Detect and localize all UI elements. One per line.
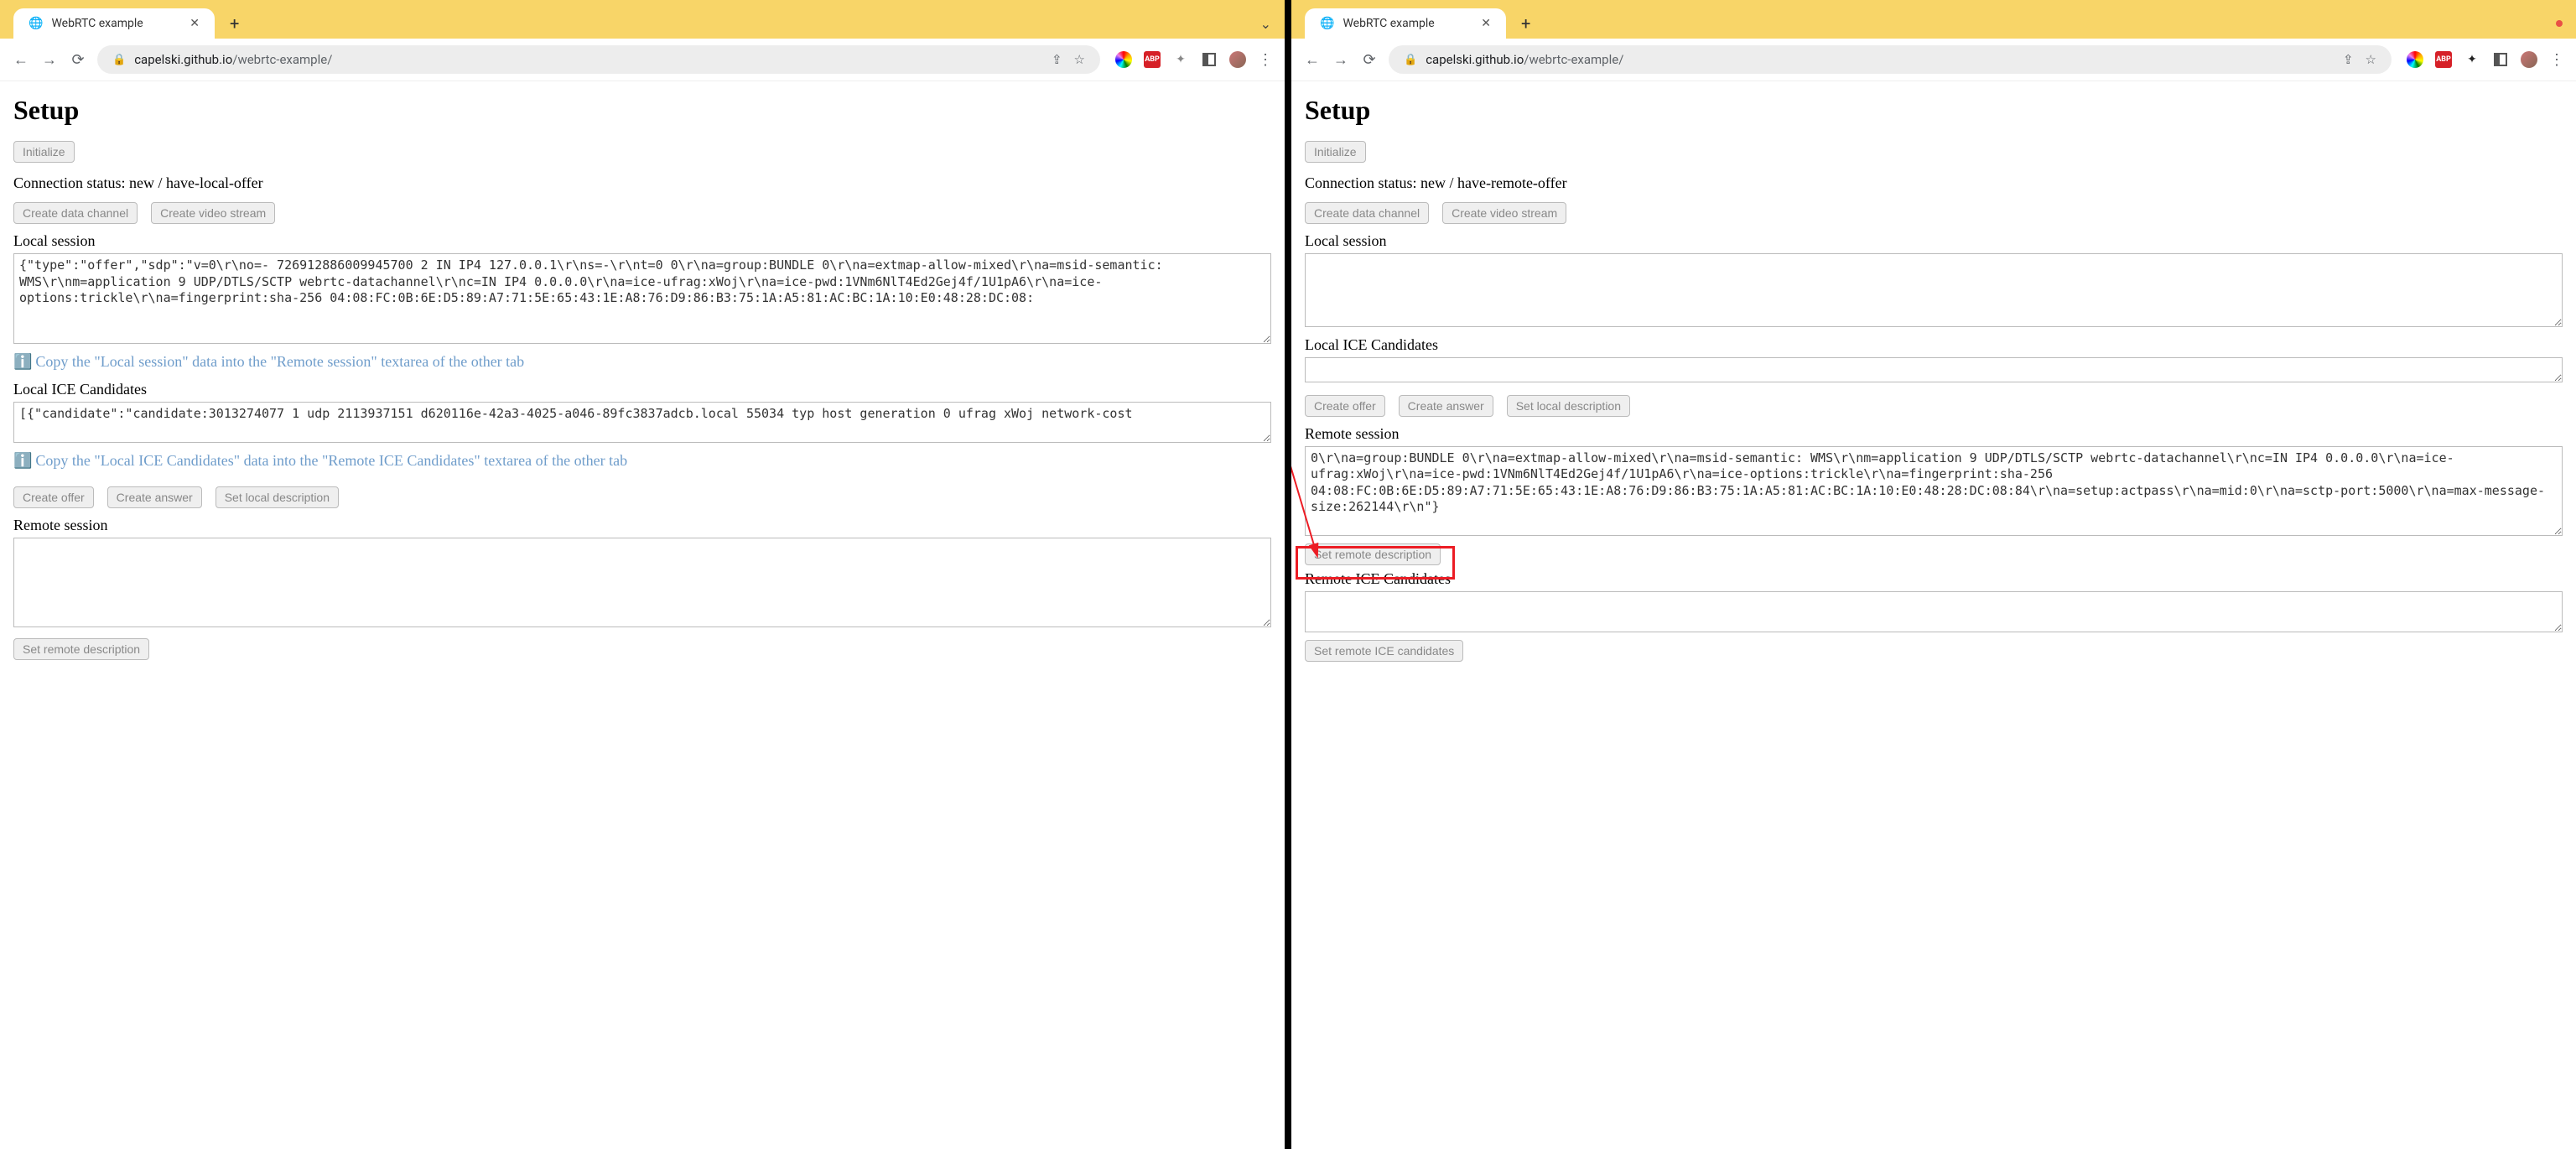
- page-content: Setup Initialize Connection status: new …: [1291, 81, 2576, 675]
- menu-icon[interactable]: ⋮: [1258, 51, 1273, 69]
- browser-toolbar: ← → ⟳ 🔒 capelski.github.io/webrtc-exampl…: [1291, 39, 2576, 81]
- create-answer-button[interactable]: Create answer: [107, 486, 202, 508]
- local-ice-label: Local ICE Candidates: [13, 381, 1271, 398]
- status-value: new / have-remote-offer: [1420, 174, 1567, 191]
- globe-icon: 🌐: [1320, 17, 1334, 30]
- share-icon[interactable]: ⇪: [1052, 52, 1062, 67]
- tab-title: WebRTC example: [51, 17, 143, 30]
- tab-title: WebRTC example: [1343, 17, 1434, 30]
- close-tab-icon[interactable]: ✕: [190, 17, 200, 30]
- local-ice-label: Local ICE Candidates: [1305, 336, 2563, 354]
- info-icon: ℹ️: [13, 452, 32, 469]
- window-dot: [2556, 20, 2563, 27]
- forward-button[interactable]: →: [40, 51, 59, 69]
- adblock-icon[interactable]: ABP: [2435, 51, 2452, 68]
- reload-button[interactable]: ⟳: [69, 51, 87, 69]
- page-heading: Setup: [1305, 95, 2563, 126]
- new-tab-button[interactable]: +: [1513, 10, 1539, 37]
- lock-icon: 🔒: [1404, 54, 1417, 66]
- info-icon: ℹ️: [13, 353, 32, 370]
- tab-strip: 🌐 WebRTC example ✕ + ⌄: [0, 0, 1285, 39]
- set-local-description-button[interactable]: Set local description: [216, 486, 339, 508]
- local-session-label: Local session: [1305, 232, 2563, 250]
- url-path: /webrtc-example/: [1524, 52, 1623, 67]
- extensions-icon[interactable]: ✦: [2464, 51, 2480, 68]
- profile-avatar[interactable]: [2521, 51, 2537, 68]
- profile-avatar[interactable]: [1229, 51, 1246, 68]
- globe-icon: 🌐: [29, 17, 43, 30]
- close-tab-icon[interactable]: ✕: [1481, 17, 1491, 30]
- local-session-textarea[interactable]: [13, 253, 1271, 344]
- create-answer-button[interactable]: Create answer: [1399, 395, 1493, 417]
- side-panel-icon[interactable]: [1201, 51, 1218, 68]
- remote-ice-textarea[interactable]: [1305, 591, 2563, 632]
- url-host: capelski.github.io: [1426, 52, 1524, 67]
- back-button[interactable]: ←: [12, 51, 30, 69]
- status-label: Connection status:: [13, 174, 126, 191]
- initialize-button[interactable]: Initialize: [13, 141, 75, 163]
- address-bar[interactable]: 🔒 capelski.github.io/webrtc-example/ ⇪ ☆: [97, 45, 1100, 74]
- status-value: new / have-local-offer: [129, 174, 263, 191]
- remote-session-label: Remote session: [13, 517, 1271, 534]
- url-host: capelski.github.io: [134, 52, 232, 67]
- extensions-icon[interactable]: ✦: [1172, 51, 1189, 68]
- share-icon[interactable]: ⇪: [2343, 52, 2354, 67]
- create-offer-button[interactable]: Create offer: [13, 486, 94, 508]
- menu-icon[interactable]: ⋮: [2549, 51, 2564, 69]
- create-data-channel-button[interactable]: Create data channel: [13, 202, 138, 224]
- initialize-button[interactable]: Initialize: [1305, 141, 1366, 163]
- remote-session-textarea[interactable]: [1305, 446, 2563, 537]
- back-button[interactable]: ←: [1303, 51, 1322, 69]
- browser-toolbar: ← → ⟳ 🔒 capelski.github.io/webrtc-exampl…: [0, 39, 1285, 81]
- tip-text: Copy the "Local session" data into the "…: [35, 353, 524, 370]
- side-panel-icon[interactable]: [2492, 51, 2509, 68]
- extension-icon[interactable]: [2407, 51, 2423, 68]
- remote-ice-label: Remote ICE Candidates: [1305, 570, 2563, 588]
- create-data-channel-button[interactable]: Create data channel: [1305, 202, 1429, 224]
- local-session-label: Local session: [13, 232, 1271, 250]
- create-offer-button[interactable]: Create offer: [1305, 395, 1385, 417]
- forward-button[interactable]: →: [1332, 51, 1350, 69]
- set-remote-description-button[interactable]: Set remote description: [1305, 543, 1441, 565]
- remote-session-label: Remote session: [1305, 425, 2563, 443]
- adblock-icon[interactable]: ABP: [1144, 51, 1161, 68]
- lock-icon: 🔒: [112, 54, 126, 66]
- status-label: Connection status:: [1305, 174, 1417, 191]
- right-browser-window: 🌐 WebRTC example ✕ + ← → ⟳ 🔒 capelski.gi…: [1291, 0, 2576, 1149]
- address-bar[interactable]: 🔒 capelski.github.io/webrtc-example/ ⇪ ☆: [1389, 45, 2392, 74]
- set-remote-ice-button[interactable]: Set remote ICE candidates: [1305, 640, 1463, 662]
- local-ice-textarea[interactable]: [1305, 357, 2563, 382]
- set-remote-description-button[interactable]: Set remote description: [13, 638, 149, 660]
- left-browser-window: 🌐 WebRTC example ✕ + ⌄ ← → ⟳ 🔒 capelski.…: [0, 0, 1285, 1149]
- create-video-stream-button[interactable]: Create video stream: [151, 202, 275, 224]
- tabs-chevron-icon[interactable]: ⌄: [1260, 16, 1271, 32]
- bookmark-icon[interactable]: ☆: [2366, 52, 2376, 67]
- new-tab-button[interactable]: +: [221, 10, 247, 37]
- extension-icon[interactable]: [1115, 51, 1132, 68]
- create-video-stream-button[interactable]: Create video stream: [1442, 202, 1566, 224]
- local-ice-textarea[interactable]: [13, 402, 1271, 443]
- bookmark-icon[interactable]: ☆: [1074, 52, 1085, 67]
- tab-strip: 🌐 WebRTC example ✕ +: [1291, 0, 2576, 39]
- local-session-textarea[interactable]: [1305, 253, 2563, 327]
- page-content: Setup Initialize Connection status: new …: [0, 81, 1285, 673]
- tip-text: Copy the "Local ICE Candidates" data int…: [35, 452, 627, 469]
- browser-tab[interactable]: 🌐 WebRTC example ✕: [1305, 8, 1506, 39]
- window-divider: [1285, 0, 1291, 1149]
- remote-session-textarea[interactable]: [13, 538, 1271, 628]
- url-path: /webrtc-example/: [232, 52, 332, 67]
- set-local-description-button[interactable]: Set local description: [1507, 395, 1630, 417]
- page-heading: Setup: [13, 95, 1271, 126]
- reload-button[interactable]: ⟳: [1360, 51, 1379, 69]
- browser-tab[interactable]: 🌐 WebRTC example ✕: [13, 8, 215, 39]
